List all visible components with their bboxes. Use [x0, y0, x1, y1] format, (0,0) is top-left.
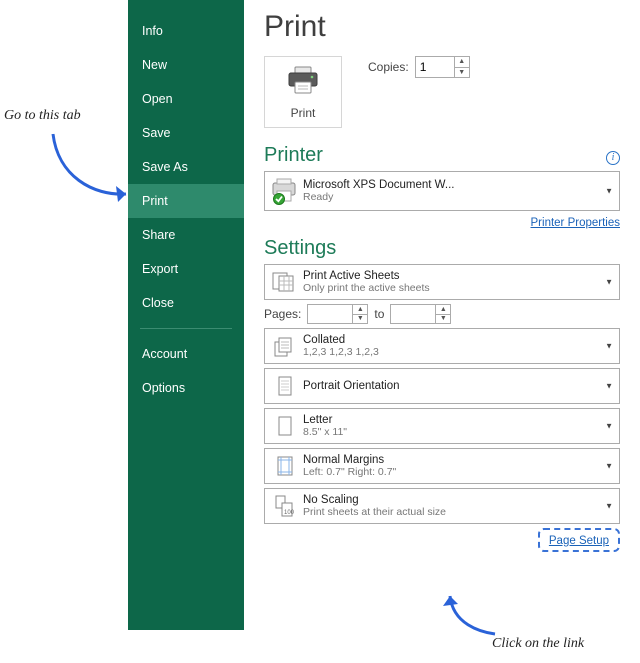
page-icon: [269, 411, 299, 441]
pages-from-input[interactable]: [308, 305, 352, 323]
sidebar-item-share[interactable]: Share: [128, 218, 244, 252]
print-active-sheets-dropdown[interactable]: Print Active Sheets Only print the activ…: [264, 264, 620, 300]
margins-line1: Normal Margins: [303, 454, 601, 466]
page-title: Print: [264, 10, 620, 44]
scaling-icon: 100: [269, 491, 299, 521]
sheets-icon: [269, 267, 299, 297]
margins-dropdown[interactable]: Normal Margins Left: 0.7" Right: 0.7" ▼: [264, 448, 620, 484]
printer-properties-link[interactable]: Printer Properties: [531, 217, 620, 229]
sidebar-item-info[interactable]: Info: [128, 14, 244, 48]
backstage-sidebar: Info New Open Save Save As Print Share E…: [128, 0, 244, 630]
copies-up[interactable]: ▲: [454, 57, 469, 67]
sidebar-item-open[interactable]: Open: [128, 82, 244, 116]
orientation-line1: Portrait Orientation: [303, 380, 601, 392]
chevron-down-icon: ▼: [605, 382, 613, 391]
sidebar-separator: [140, 328, 232, 329]
pages-to-label: to: [374, 307, 384, 321]
sidebar-item-options[interactable]: Options: [128, 371, 244, 405]
chevron-down-icon: ▼: [605, 462, 613, 471]
portrait-icon: [269, 371, 299, 401]
sidebar-item-save-as[interactable]: Save As: [128, 150, 244, 184]
sidebar-item-print[interactable]: Print: [128, 184, 244, 218]
sidebar-item-save[interactable]: Save: [128, 116, 244, 150]
sidebar-item-account[interactable]: Account: [128, 337, 244, 371]
page-setup-highlight: Page Setup: [538, 528, 620, 552]
chevron-down-icon: ▼: [605, 502, 613, 511]
scaling-line2: Print sheets at their actual size: [303, 506, 601, 518]
app-frame: Info New Open Save Save As Print Share E…: [128, 0, 640, 630]
printer-status: Ready: [303, 191, 601, 203]
orientation-dropdown[interactable]: Portrait Orientation ▼: [264, 368, 620, 404]
margins-icon: [269, 451, 299, 481]
printer-icon: [286, 65, 320, 98]
active-sheets-line2: Only print the active sheets: [303, 282, 601, 294]
copies-label: Copies:: [368, 60, 409, 74]
sidebar-item-close[interactable]: Close: [128, 286, 244, 320]
print-button[interactable]: Print: [264, 56, 342, 128]
pages-to-down[interactable]: ▼: [435, 314, 450, 324]
svg-text:100: 100: [284, 510, 295, 516]
arrow-to-tab: [38, 126, 138, 216]
scaling-line1: No Scaling: [303, 494, 601, 506]
printer-info-icon[interactable]: i: [606, 151, 620, 165]
copies-input[interactable]: [416, 57, 454, 77]
pages-from-up[interactable]: ▲: [352, 305, 367, 314]
printer-dropdown[interactable]: Microsoft XPS Document W... Ready ▼: [264, 171, 620, 211]
page-setup-link[interactable]: Page Setup: [549, 535, 609, 547]
paper-line2: 8.5" x 11": [303, 426, 601, 438]
collated-line1: Collated: [303, 334, 601, 346]
paper-line1: Letter: [303, 414, 601, 426]
annotation-go-to-tab: Go to this tab: [4, 108, 81, 124]
active-sheets-line1: Print Active Sheets: [303, 270, 601, 282]
print-panel: Print Print Copies:: [244, 0, 640, 630]
sidebar-item-export[interactable]: Export: [128, 252, 244, 286]
copies-down[interactable]: ▼: [454, 67, 469, 78]
print-button-label: Print: [291, 106, 316, 120]
chevron-down-icon: ▼: [605, 422, 613, 431]
annotation-click-link: Click on the link: [492, 636, 584, 652]
sidebar-item-new[interactable]: New: [128, 48, 244, 82]
scaling-dropdown[interactable]: 100 No Scaling Print sheets at their act…: [264, 488, 620, 524]
settings-heading: Settings: [264, 237, 620, 260]
pages-from-down[interactable]: ▼: [352, 314, 367, 324]
collated-icon: [269, 331, 299, 361]
chevron-down-icon: ▼: [605, 187, 613, 196]
chevron-down-icon: ▼: [605, 342, 613, 351]
pages-to-up[interactable]: ▲: [435, 305, 450, 314]
chevron-down-icon: ▼: [605, 278, 613, 287]
printer-ready-icon: [269, 176, 299, 206]
printer-heading: Printer: [264, 144, 323, 167]
printer-name: Microsoft XPS Document W...: [303, 179, 601, 191]
collated-line2: 1,2,3 1,2,3 1,2,3: [303, 346, 601, 358]
pages-label: Pages:: [264, 307, 301, 321]
paper-size-dropdown[interactable]: Letter 8.5" x 11" ▼: [264, 408, 620, 444]
pages-to-input[interactable]: [391, 305, 435, 323]
margins-line2: Left: 0.7" Right: 0.7": [303, 466, 601, 478]
collated-dropdown[interactable]: Collated 1,2,3 1,2,3 1,2,3 ▼: [264, 328, 620, 364]
